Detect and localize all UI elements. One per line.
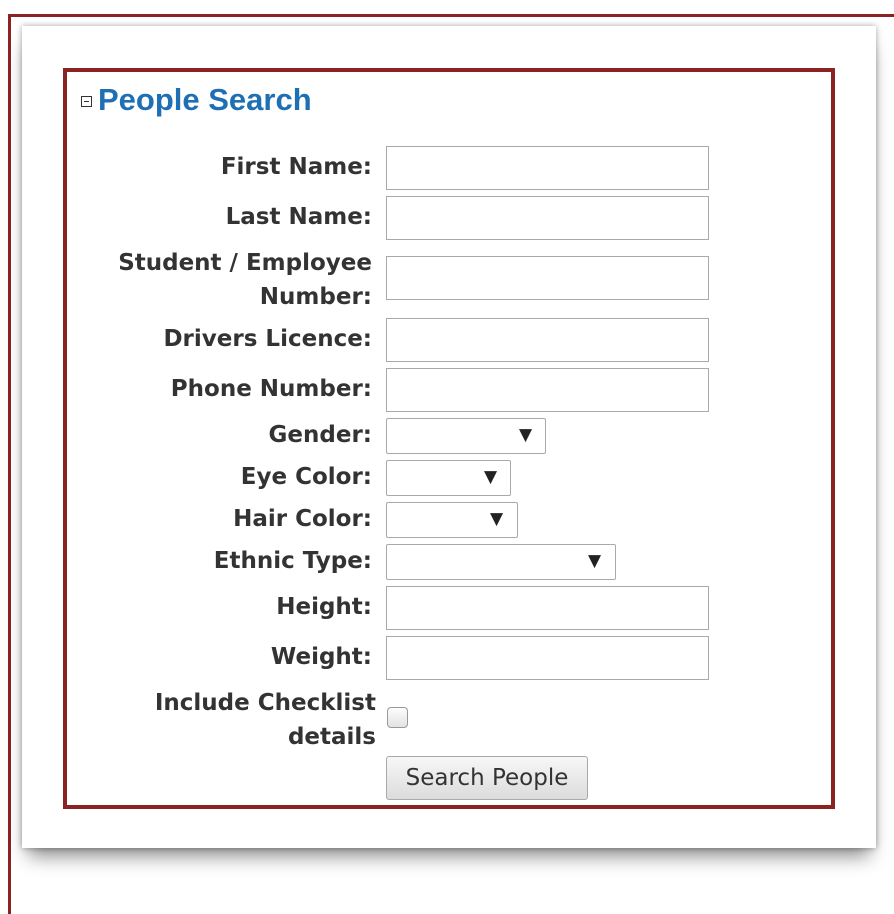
hair-color-select[interactable]: ▼ [386, 502, 518, 538]
drivers-licence-input[interactable] [386, 318, 709, 362]
student-employee-number-label-line1: Student / Employee [118, 250, 372, 276]
hair-color-label: Hair Color: [233, 506, 372, 532]
student-employee-number-input[interactable] [386, 256, 709, 300]
phone-number-input[interactable] [386, 368, 709, 412]
include-checklist-label-line2: details [287, 724, 376, 750]
chevron-down-icon: ▼ [490, 509, 504, 529]
chevron-down-icon: ▼ [588, 551, 602, 571]
last-name-input[interactable] [386, 196, 709, 240]
ethnic-type-label: Ethnic Type: [213, 548, 372, 574]
include-checklist-checkbox[interactable] [387, 707, 408, 728]
last-name-label: Last Name: [225, 204, 372, 230]
eye-color-label: Eye Color: [240, 464, 372, 490]
collapse-icon[interactable] [81, 95, 92, 107]
chevron-down-icon: ▼ [484, 467, 498, 487]
chevron-down-icon: ▼ [519, 425, 533, 445]
include-checklist-label-line1: Include Checklist [154, 690, 376, 716]
panel-title: People Search [98, 82, 312, 117]
first-name-input[interactable] [386, 146, 709, 190]
ethnic-type-select[interactable]: ▼ [386, 544, 616, 580]
first-name-label: First Name: [220, 154, 372, 180]
search-people-button[interactable]: Search People [386, 756, 588, 800]
weight-label: Weight: [270, 644, 372, 670]
phone-number-label: Phone Number: [170, 376, 372, 402]
height-label: Height: [276, 594, 372, 620]
student-employee-number-label-line2: Number: [259, 284, 372, 310]
drivers-licence-label: Drivers Licence: [163, 326, 372, 352]
gender-label: Gender: [268, 422, 372, 448]
height-input[interactable] [386, 586, 709, 630]
weight-input[interactable] [386, 636, 709, 680]
gender-select[interactable]: ▼ [386, 418, 546, 454]
eye-color-select[interactable]: ▼ [386, 460, 511, 496]
panel-header: People Search [81, 82, 312, 118]
people-search-panel: People Search First Name: Last Name: Stu… [63, 68, 835, 809]
